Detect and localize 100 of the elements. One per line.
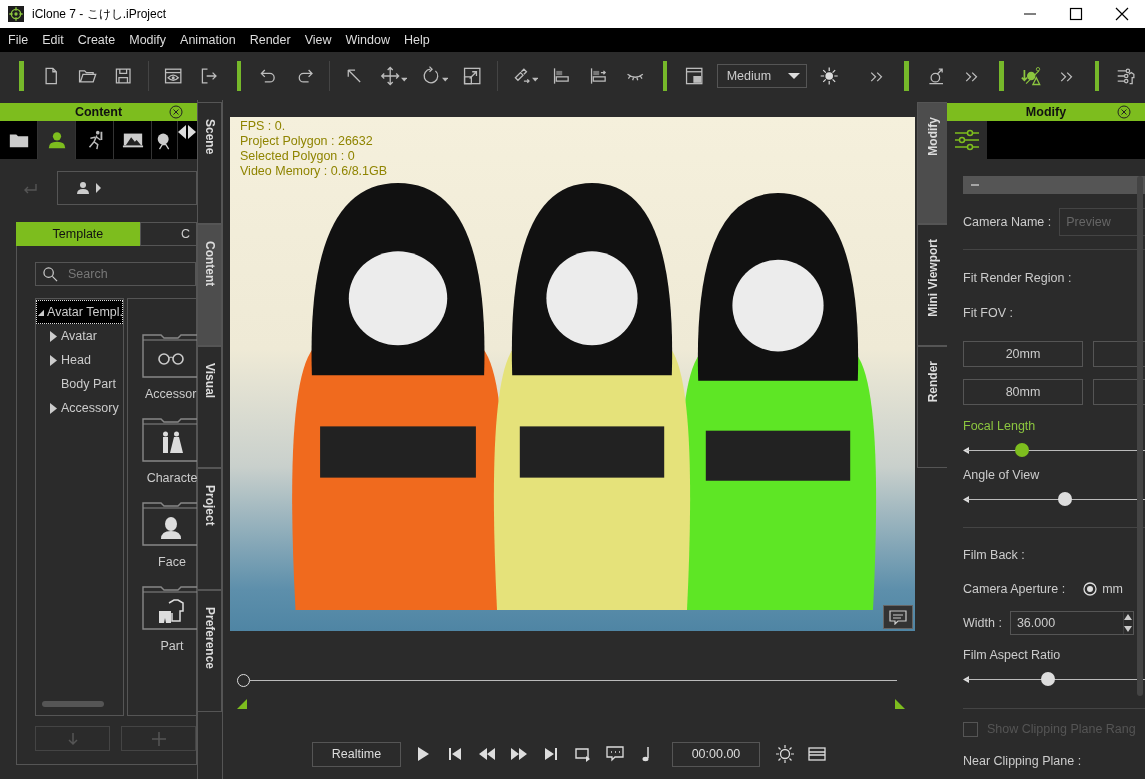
close-icon[interactable] [1117, 105, 1131, 119]
dropdown-caret-icon [788, 73, 800, 79]
side-tab[interactable]: Mini Viewport [917, 224, 947, 346]
field-label: Film Back : [963, 548, 1025, 562]
fov-button[interactable]: 80mm [963, 379, 1083, 405]
field-label: Fit Render Region : [963, 271, 1072, 285]
folder-label: Characte [146, 471, 197, 487]
person-icon [76, 181, 90, 195]
sun-icon[interactable] [819, 65, 840, 87]
toolbar-grip[interactable] [236, 61, 242, 91]
caret-right-icon [96, 183, 101, 193]
menu-item[interactable]: View [297, 28, 339, 52]
slider-arrow-icon [963, 676, 969, 683]
viewport-stat: Selected Polygon : 0 [240, 149, 356, 164]
toolbar-grip[interactable] [19, 61, 24, 91]
spinner-arrows-icon[interactable] [1122, 612, 1133, 634]
folder-label: Part [160, 639, 184, 655]
radio-button[interactable] [1083, 582, 1098, 596]
realtime-button[interactable]: Realtime [312, 741, 401, 767]
rewind-icon[interactable] [478, 745, 496, 763]
toolbar-grip[interactable] [903, 61, 909, 91]
slider-arrow-icon [963, 496, 969, 503]
time-field[interactable]: 00:00.00 [672, 741, 760, 767]
side-tab[interactable]: Modify [917, 102, 947, 224]
tree-item[interactable]: Accessory [48, 396, 123, 420]
folder-icon [141, 583, 197, 631]
tree-item[interactable]: Avatar [48, 324, 123, 348]
fov-button[interactable]: 20mm [963, 341, 1083, 367]
collapsed-triangle-icon [49, 354, 58, 366]
end-marker-icon[interactable] [895, 699, 905, 709]
down-arrow-icon [65, 731, 80, 746]
slider-label: Angle of View [963, 468, 1040, 482]
plus-icon [151, 731, 166, 746]
side-tab[interactable]: Render [917, 346, 947, 468]
subtab[interactable]: C [139, 222, 197, 246]
start-marker-icon[interactable] [237, 699, 247, 709]
modify-tab[interactable] [947, 121, 987, 159]
side-tab[interactable]: Scene [198, 102, 222, 224]
search-icon [43, 267, 58, 282]
slider-thumb[interactable] [1058, 492, 1073, 506]
slider-label: Focal Length [963, 419, 1036, 433]
folder-icon [141, 331, 197, 379]
side-tab[interactable]: Visual [198, 346, 222, 468]
radio-label: mm [1102, 582, 1123, 596]
collapsed-triangle-icon [49, 402, 58, 414]
comment-button[interactable] [883, 605, 913, 629]
viewport-stat: FPS : 0. [240, 119, 287, 134]
menu-item[interactable]: Help [397, 28, 437, 52]
content-tab[interactable] [38, 121, 76, 159]
slider-label: Film Aspect Ratio [963, 648, 1061, 662]
field-label: Camera Name : [963, 215, 1052, 229]
skip-to-end-icon[interactable] [542, 745, 560, 763]
close-icon[interactable] [169, 105, 183, 119]
slider-thumb[interactable] [1015, 443, 1030, 457]
timeline-thumb[interactable] [237, 674, 250, 687]
window-layout-icon[interactable] [684, 65, 705, 87]
toolbar-grip[interactable] [662, 61, 668, 91]
menu-item[interactable]: File [1, 28, 36, 52]
tree-item[interactable]: Head [48, 348, 123, 372]
tree-item[interactable]: Avatar Templ. [36, 300, 123, 324]
loop-icon[interactable] [574, 745, 592, 763]
subtab[interactable]: Template [16, 222, 140, 246]
tree-item[interactable]: Body Part [48, 372, 123, 396]
side-tab[interactable]: Preference [198, 590, 222, 712]
gravity-icon[interactable] [1021, 65, 1042, 87]
menu-item[interactable]: Modify [122, 28, 174, 52]
speech-bubble-icon[interactable] [606, 745, 624, 763]
side-tab[interactable]: Content [198, 224, 222, 346]
slider-arrow-icon [963, 447, 969, 454]
field-label: Fit FOV : [963, 306, 1013, 320]
side-tab[interactable]: Project [198, 468, 222, 590]
search-field[interactable]: Search [35, 262, 196, 286]
toolbar-grip[interactable] [999, 61, 1005, 91]
sliders-icon [954, 129, 980, 151]
slider-thumb[interactable] [1041, 672, 1056, 686]
panel-title: Modify [1025, 105, 1067, 119]
menu-item[interactable]: Window [338, 28, 397, 52]
skip-to-start-icon[interactable] [446, 745, 464, 763]
field-label: Near Clipping Plane : [963, 754, 1082, 768]
width-field[interactable]: 36.000 [1009, 611, 1134, 635]
app-logo-icon [8, 6, 24, 22]
fast-forward-icon[interactable] [510, 745, 528, 763]
scrollbar[interactable] [1137, 176, 1143, 696]
window-title: iClone 7 - こけし.iProject [32, 5, 168, 23]
scale-icon[interactable] [462, 65, 483, 87]
menu-item[interactable]: Edit [35, 28, 71, 52]
quality-dropdown[interactable]: Medium [716, 64, 807, 88]
panel-list-icon[interactable] [808, 745, 826, 763]
scrollbar[interactable] [42, 701, 104, 707]
field-label: Camera Aperture : [963, 582, 1066, 596]
toolbar-grip[interactable] [1094, 61, 1100, 91]
panel-title: Content [74, 105, 123, 119]
folder-icon [141, 415, 197, 463]
menu-item[interactable]: Render [242, 28, 298, 52]
move-icon[interactable] [380, 65, 401, 87]
menu-item[interactable]: Animation [173, 28, 243, 52]
menu-item[interactable]: Create [70, 28, 123, 52]
folder-label: Face [158, 555, 186, 571]
sun-icon[interactable] [776, 745, 794, 763]
collapsed-triangle-icon [49, 330, 58, 342]
